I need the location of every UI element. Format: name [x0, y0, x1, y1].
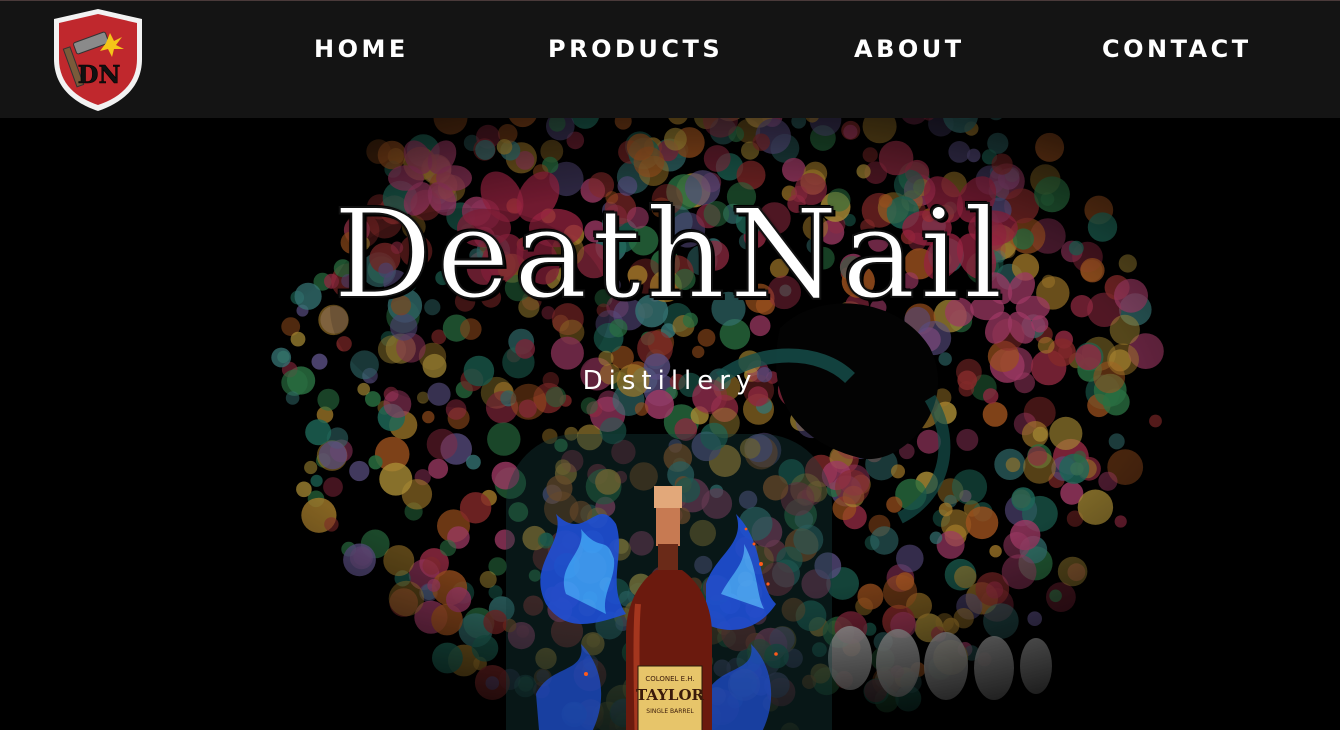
svg-text:TAYLOR: TAYLOR: [636, 686, 705, 704]
svg-text:DN: DN: [78, 60, 121, 89]
svg-text:SINGLE BARREL: SINGLE BARREL: [646, 708, 694, 715]
nav-contact-link[interactable]: CONTACT: [1102, 31, 1252, 67]
nav-about-link[interactable]: ABOUT: [854, 31, 965, 67]
hero-section: DeathNail Distillery COLONEL E.H. TAYLOR…: [0, 118, 1340, 730]
featured-product-image[interactable]: COLONEL E.H. TAYLOR SINGLE BARREL: [506, 434, 832, 730]
brand-title: DeathNail: [332, 182, 1008, 328]
site-logo[interactable]: DN: [50, 7, 146, 113]
nav-products-link[interactable]: PRODUCTS: [548, 31, 723, 67]
shield-logo-icon: DN: [54, 9, 142, 111]
brand-subtitle: Distillery: [582, 366, 758, 396]
svg-text:COLONEL E.H.: COLONEL E.H.: [645, 675, 694, 683]
nav-home-link[interactable]: HOME: [314, 31, 409, 67]
top-navbar: DN HOME PRODUCTS ABOUT CONTACT: [0, 0, 1340, 118]
